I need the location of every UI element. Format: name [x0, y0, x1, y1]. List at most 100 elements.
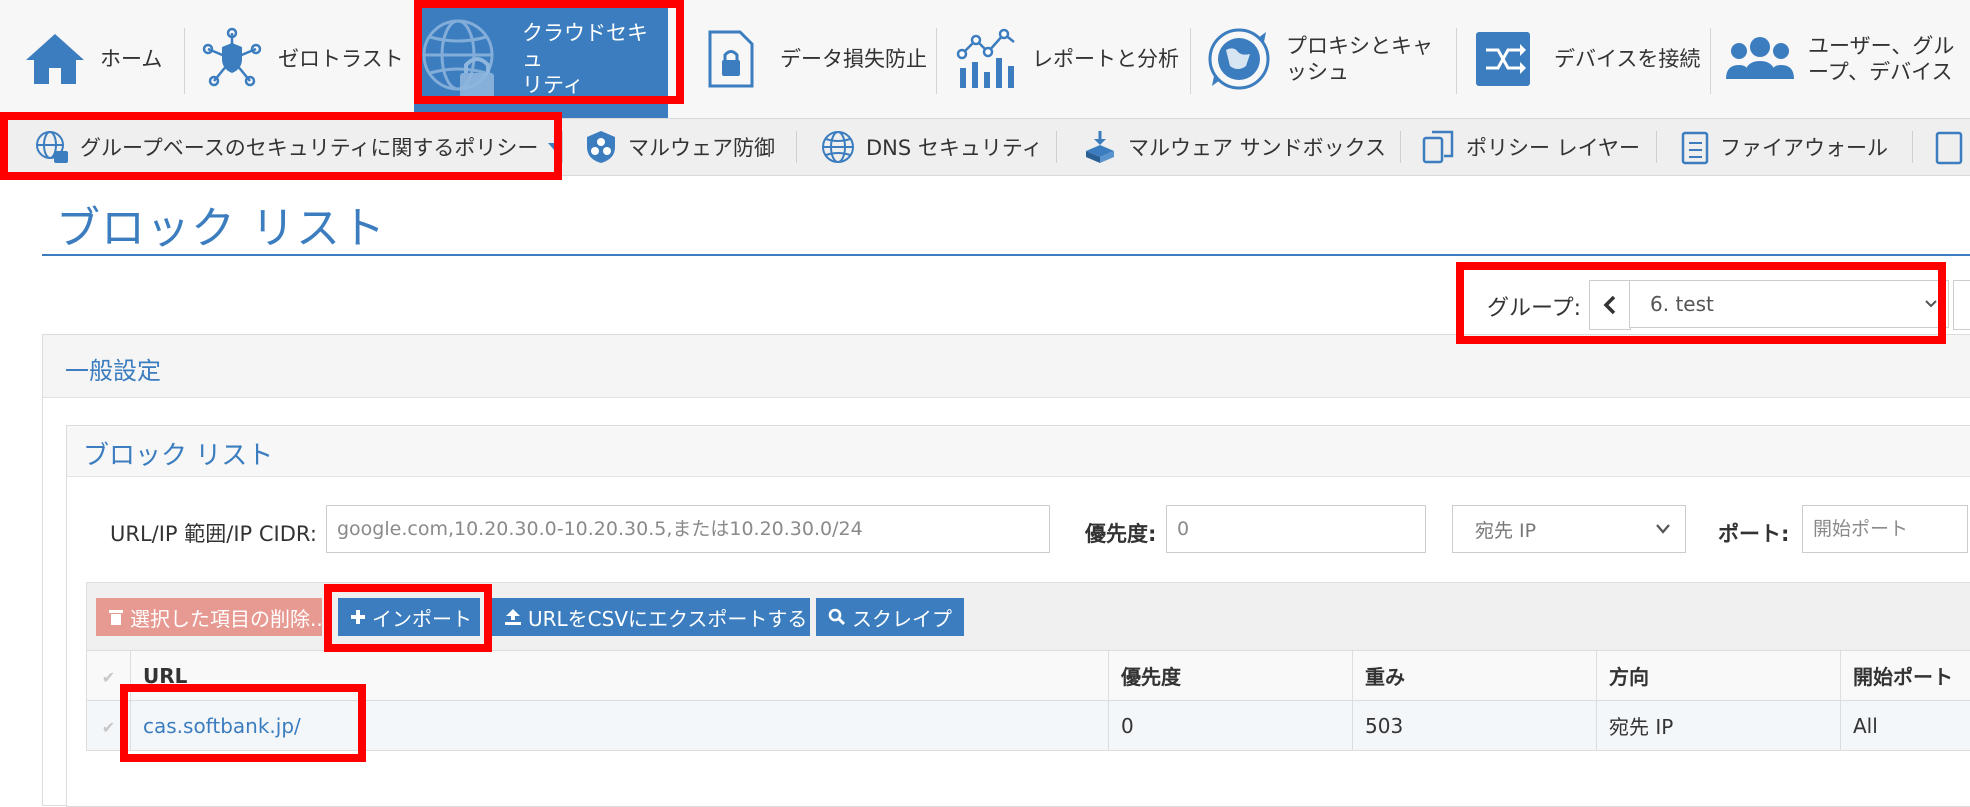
url-cell-link[interactable]: cas.softbank.jp/ [131, 701, 1109, 751]
subnav-label: グループベースのセキュリティに関するポリシー [80, 132, 538, 162]
checkmark-icon: ✔ [102, 668, 115, 687]
nav-item-users-groups-devices[interactable]: ユーザー、グル ープ、デバイス [1726, 0, 1954, 118]
divider [796, 131, 797, 163]
nav-item-data-loss-prevention[interactable]: データ損失防止 [706, 0, 927, 118]
group-label: グループ: [1487, 290, 1581, 322]
checkmark-icon: ✔ [102, 718, 115, 737]
priority-cell: 0 [1109, 701, 1353, 751]
column-header-start-port[interactable]: 開始ポート [1841, 651, 1970, 701]
report-chart-icon [954, 28, 1018, 90]
subnav-label: ファイアウォール [1720, 132, 1888, 162]
subnav-item-more[interactable] [1934, 119, 1970, 175]
data-loss-lock-icon [706, 28, 756, 90]
chevron-down-icon [548, 143, 562, 151]
delete-selected-button[interactable]: 選択した項目の削除... [96, 598, 322, 636]
checklist-icon [1934, 129, 1964, 165]
import-button[interactable]: インポート [338, 598, 480, 636]
subnav-label: ポリシー レイヤー [1466, 132, 1640, 162]
title-underline [42, 254, 1970, 256]
cloud-security-globe-lock-icon [420, 9, 504, 109]
top-navigation: ホーム ゼロトラスト クラウドセキュ リティ [0, 0, 1970, 119]
zero-trust-shield-icon [200, 27, 264, 91]
divider [1400, 131, 1401, 163]
block-list-table: ✔ URL 優先度 重み 方向 開始ポート ✔ cas.softbank.jp/… [86, 650, 1970, 801]
subnav-label: マルウェア防御 [628, 132, 775, 162]
column-header-url[interactable]: URL [131, 651, 1109, 701]
subnav-item-dns-security[interactable]: DNS セキュリティ [820, 119, 1043, 175]
general-settings-title: 一般設定 [65, 351, 161, 386]
direction-selected-value: 宛先 IP [1475, 516, 1536, 543]
nav-label: レポートと分析 [1032, 46, 1179, 72]
group-select[interactable]: 6. test [1629, 280, 1949, 328]
nav-item-reports-analytics[interactable]: レポートと分析 [954, 0, 1179, 118]
nav-item-proxy-cache[interactable]: プロキシとキャ ッシュ [1206, 0, 1433, 118]
priority-label: 優先度: [1085, 518, 1156, 548]
divider [1056, 131, 1057, 163]
nav-label: ユーザー、グル ープ、デバイス [1808, 33, 1954, 86]
column-header-priority[interactable]: 優先度 [1109, 651, 1353, 701]
nav-item-zero-trust[interactable]: ゼロトラスト [200, 0, 404, 118]
divider [1912, 131, 1913, 163]
scrape-button[interactable]: スクレイプ [816, 598, 964, 636]
empty-cell [87, 751, 131, 801]
policy-layer-icon [1422, 130, 1456, 164]
subnav-label: DNS セキュリティ [866, 132, 1043, 162]
chevron-down-icon [1655, 523, 1671, 535]
divider [1656, 131, 1657, 163]
biohazard-shield-icon [584, 129, 618, 165]
subnav-label: マルウェア サンドボックス [1128, 132, 1386, 162]
divider [184, 28, 185, 94]
divider [1456, 28, 1457, 94]
proxy-globe-icon [1206, 26, 1272, 92]
sandbox-icon [1082, 129, 1118, 165]
import-label: インポート [372, 603, 472, 632]
url-input[interactable] [326, 505, 1050, 553]
column-header-weight[interactable]: 重み [1353, 651, 1597, 701]
port-label: ポート: [1718, 518, 1789, 548]
search-icon [828, 608, 846, 626]
nav-label: クラウドセキュ リティ [522, 20, 668, 99]
export-csv-button[interactable]: URLをCSVにエクスポートする [492, 598, 810, 636]
url-label: URL/IP 範囲/IP CIDR: [110, 518, 317, 548]
subnav-item-group-policy[interactable]: グループベースのセキュリティに関するポリシー [34, 119, 562, 175]
subnav-item-firewall[interactable]: ファイアウォール [1680, 119, 1888, 175]
subnav-item-policy-layer[interactable]: ポリシー レイヤー [1422, 119, 1640, 175]
home-icon [24, 30, 86, 88]
nav-label: ゼロトラスト [278, 46, 404, 72]
divider [1190, 28, 1191, 94]
row-checkbox[interactable]: ✔ [87, 701, 131, 751]
start-port-cell: All [1841, 701, 1970, 751]
nav-label: ホーム [100, 46, 162, 72]
divider [562, 131, 563, 163]
group-previous-button[interactable] [1589, 280, 1631, 330]
empty-cell [131, 751, 1970, 801]
block-list-title: ブロック リスト [83, 435, 273, 472]
delete-selected-label: 選択した項目の削除... [130, 603, 329, 632]
panel-header: ブロック リスト [67, 426, 1970, 477]
group-next-button[interactable] [1953, 280, 1970, 330]
chevron-left-icon [1603, 295, 1617, 315]
globe-policy-icon [34, 129, 70, 165]
panel-header: 一般設定 [43, 335, 1970, 398]
column-header-direction[interactable]: 方向 [1597, 651, 1841, 701]
nav-item-connect-devices[interactable]: デバイスを接続 [1474, 0, 1700, 118]
sub-navigation: グループベースのセキュリティに関するポリシー マルウェア防御 DNS セキュリテ… [0, 119, 1970, 176]
start-port-input[interactable] [1802, 505, 1968, 553]
export-csv-label: URLをCSVにエクスポートする [528, 603, 807, 632]
direction-select[interactable]: 宛先 IP [1452, 505, 1686, 553]
priority-input[interactable] [1166, 505, 1426, 553]
select-all-checkbox[interactable]: ✔ [87, 651, 131, 701]
nav-item-cloud-security[interactable]: クラウドセキュ リティ [414, 0, 668, 118]
subnav-item-malware-defense[interactable]: マルウェア防御 [584, 119, 775, 175]
chevron-down-icon [1924, 299, 1938, 309]
direction-cell: 宛先 IP [1597, 701, 1841, 751]
table-row-empty [87, 751, 1970, 801]
page-title: ブロック リスト [56, 192, 386, 256]
table-row[interactable]: ✔ cas.softbank.jp/ 0 503 宛先 IP All [87, 701, 1970, 751]
weight-cell: 503 [1353, 701, 1597, 751]
nav-label: データ損失防止 [780, 46, 927, 72]
subnav-item-malware-sandbox[interactable]: マルウェア サンドボックス [1082, 119, 1386, 175]
nav-item-home[interactable]: ホーム [24, 0, 162, 118]
table-header-row: ✔ URL 優先度 重み 方向 開始ポート [87, 651, 1970, 701]
upload-icon [504, 608, 522, 626]
